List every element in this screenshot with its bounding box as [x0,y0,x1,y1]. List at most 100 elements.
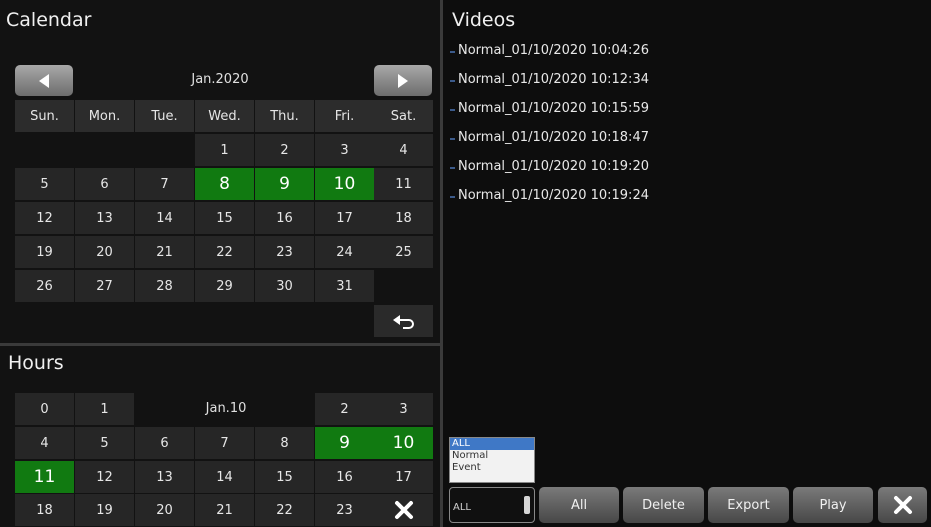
hour-cell-1[interactable]: 1 [75,393,134,425]
hour-cell-17[interactable]: 17 [374,461,433,493]
calendar-day-14[interactable]: 14 [135,202,194,234]
calendar-day-8[interactable]: 8 [195,168,254,200]
calendar-day-9[interactable]: 9 [255,168,314,200]
filter-option-normal[interactable]: Normal [450,450,534,462]
calendar-day-5[interactable]: 5 [15,168,74,200]
weekday-sat: Sat. [374,100,433,132]
arrow-right-icon [398,73,408,88]
hours-date-label: Jan.10 [205,401,247,416]
hour-cell-7[interactable]: 7 [195,427,254,459]
calendar-day-16[interactable]: 16 [255,202,314,234]
close-button[interactable] [878,487,927,523]
hour-cell-3[interactable]: 3 [374,393,433,425]
weekday-thu: Thu. [255,100,314,132]
export-button[interactable]: Export [708,487,789,523]
filter-option-all[interactable]: ALL [450,438,534,450]
calendar-empty-cell [75,134,134,166]
calendar-day-25[interactable]: 25 [374,236,433,268]
hour-cell-20[interactable]: 20 [135,494,194,526]
hour-cell-10[interactable]: 10 [374,427,433,459]
hour-cell-11[interactable]: 11 [15,461,74,493]
calendar-day-26[interactable]: 26 [15,270,74,302]
calendar-title: Calendar [6,9,92,31]
hours-title: Hours [8,352,64,374]
hour-cell-16[interactable]: 16 [315,461,374,493]
hour-cell-23[interactable]: 23 [315,494,374,526]
calendar-day-4[interactable]: 4 [374,134,433,166]
hour-cell-19[interactable]: 19 [75,494,134,526]
weekday-tue: Tue. [135,100,194,132]
hour-cell-15[interactable]: 15 [255,461,314,493]
hour-cell-0[interactable]: 0 [15,393,74,425]
calendar-empty-cell [15,134,74,166]
list-bullet-icon [450,51,455,53]
calendar-day-21[interactable]: 21 [135,236,194,268]
videos-title: Videos [452,9,516,31]
calendar-day-1[interactable]: 1 [195,134,254,166]
calendar-day-23[interactable]: 23 [255,236,314,268]
video-list-item[interactable]: Normal_01/10/2020 10:04:26 [458,43,649,58]
list-bullet-icon [450,167,455,169]
select-all-button[interactable]: All [539,487,619,523]
weekday-wed: Wed. [195,100,254,132]
hour-cell-9[interactable]: 9 [315,427,374,459]
calendar-day-13[interactable]: 13 [75,202,134,234]
calendar-day-28[interactable]: 28 [135,270,194,302]
calendar-day-10[interactable]: 10 [315,168,374,200]
hour-cell-12[interactable]: 12 [75,461,134,493]
calendar-empty-cell [135,134,194,166]
video-list-item[interactable]: Normal_01/10/2020 10:12:34 [458,72,649,87]
undo-icon [392,315,414,329]
list-bullet-icon [450,196,455,198]
calendar-day-22[interactable]: 22 [195,236,254,268]
video-list-item[interactable]: Normal_01/10/2020 10:19:24 [458,188,649,203]
video-list-item[interactable]: Normal_01/10/2020 10:15:59 [458,101,649,116]
calendar-day-30[interactable]: 30 [255,270,314,302]
calendar-day-24[interactable]: 24 [315,236,374,268]
close-icon [394,501,413,519]
list-bullet-icon [450,80,455,82]
hour-cell-4[interactable]: 4 [15,427,74,459]
play-button[interactable]: Play [793,487,873,523]
filter-selected-value: ALL [453,502,471,513]
calendar-day-19[interactable]: 19 [15,236,74,268]
hour-cell-13[interactable]: 13 [135,461,194,493]
hour-cell-18[interactable]: 18 [15,494,74,526]
hour-cell-21[interactable]: 21 [195,494,254,526]
dropdown-arrow-icon [524,496,530,514]
calendar-day-18[interactable]: 18 [374,202,433,234]
calendar-day-20[interactable]: 20 [75,236,134,268]
video-list-item[interactable]: Normal_01/10/2020 10:18:47 [458,130,649,145]
hour-cell-5[interactable]: 5 [75,427,134,459]
hour-cell-8[interactable]: 8 [255,427,314,459]
hour-cell-2[interactable]: 2 [315,393,374,425]
video-list-item[interactable]: Normal_01/10/2020 10:19:20 [458,159,649,174]
calendar-day-31[interactable]: 31 [315,270,374,302]
hours-close-button[interactable] [374,494,433,526]
calendar-day-17[interactable]: 17 [315,202,374,234]
delete-button[interactable]: Delete [623,487,704,523]
calendar-day-12[interactable]: 12 [15,202,74,234]
weekday-sun: Sun. [15,100,74,132]
back-button[interactable] [374,305,433,337]
calendar-day-27[interactable]: 27 [75,270,134,302]
filter-select[interactable]: ALL [449,487,535,523]
hour-cell-14[interactable]: 14 [195,461,254,493]
list-bullet-icon [450,109,455,111]
calendar-day-7[interactable]: 7 [135,168,194,200]
hour-cell-22[interactable]: 22 [255,494,314,526]
calendar-day-2[interactable]: 2 [255,134,314,166]
month-label: Jan.2020 [191,72,249,87]
calendar-day-29[interactable]: 29 [195,270,254,302]
calendar-day-15[interactable]: 15 [195,202,254,234]
close-icon [893,496,912,514]
calendar-day-3[interactable]: 3 [315,134,374,166]
hour-cell-6[interactable]: 6 [135,427,194,459]
prev-month-button[interactable] [15,65,73,96]
next-month-button[interactable] [374,65,432,96]
horizontal-divider [0,343,440,346]
filter-option-event[interactable]: Event [450,462,534,474]
calendar-day-6[interactable]: 6 [75,168,134,200]
calendar-day-11[interactable]: 11 [374,168,433,200]
list-bullet-icon [450,138,455,140]
